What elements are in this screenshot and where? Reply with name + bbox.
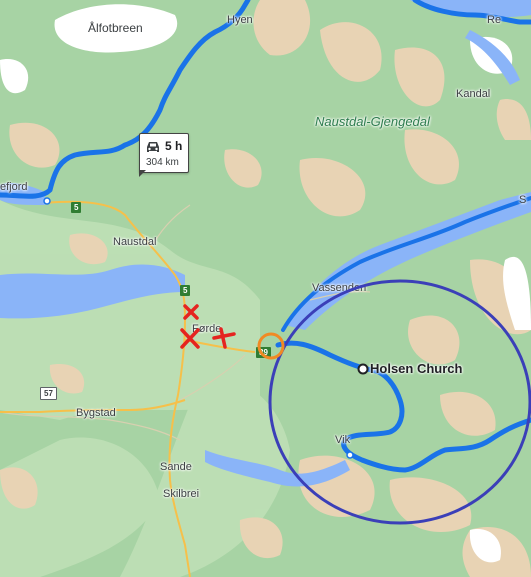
poi-label-holsen-church[interactable]: Holsen Church [370,361,462,376]
place-label-kandal: Kandal [456,88,491,100]
place-label-naustdal: Naustdal [113,236,157,248]
car-icon [147,142,159,152]
place-label-sande: Sande [160,461,192,473]
route-shield-57: 57 [40,387,57,400]
route-duration-callout[interactable]: 5 h 304 km [139,133,189,177]
place-label-vik: Vik [335,434,351,446]
map-view[interactable]: Ålfotbreen Hyen Re Kandal Naustdal-Gjeng… [0,0,531,577]
park-label-naustdal-gjengedal: Naustdal-Gjengedal [315,114,430,129]
route-shield-39: 39 [256,347,271,358]
map-base [0,0,531,577]
place-label-re: Re [487,14,502,26]
place-label-vassenden: Vassenden [312,282,367,294]
place-label-s-edge: S [519,194,527,206]
route-waypoint [346,451,354,459]
place-label-skilbrei: Skilbrei [163,488,200,500]
route-duration: 5 h [165,139,183,153]
route-distance: 304 km [146,157,179,168]
place-label-hyen: Hyen [227,14,253,26]
route-shield-5-south: 5 [180,285,191,296]
place-label-alfotbreen: Ålfotbreen [88,21,143,35]
place-label-forde: Førde [192,323,222,335]
place-label-efjord: efjord [0,181,28,193]
route-waypoint [43,197,51,205]
route-shield-5-north: 5 [71,202,82,213]
place-label-bygstad: Bygstad [76,407,116,419]
